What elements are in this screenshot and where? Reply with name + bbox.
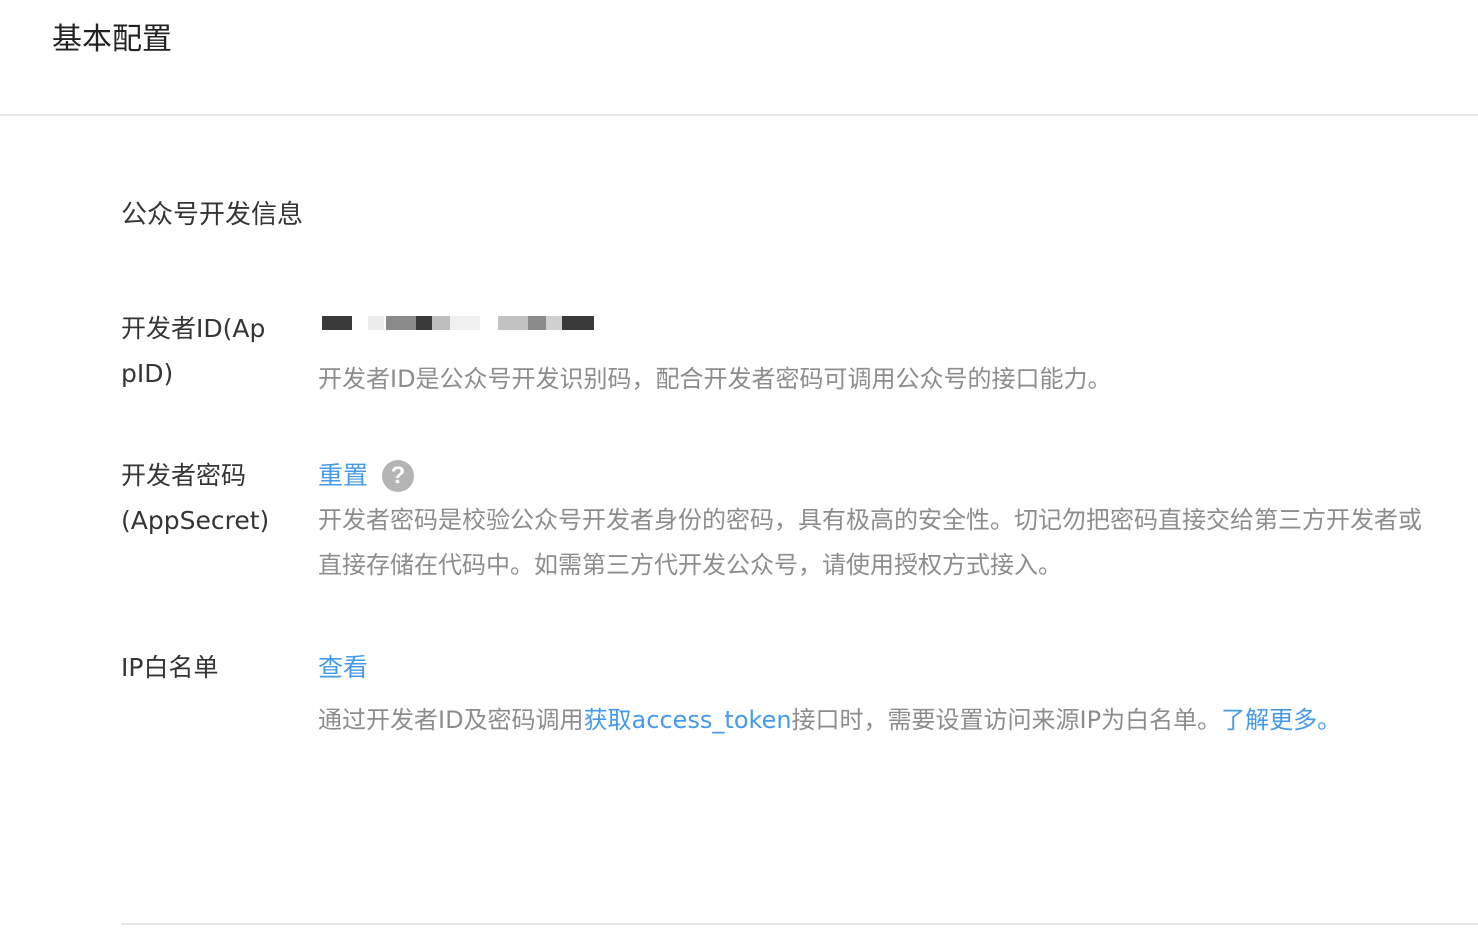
- appsecret-value-area: 重置? 开发者密码是校验公众号开发者身份的密码，具有极高的安全性。切记勿把密码直…: [318, 453, 1443, 588]
- ip-whitelist-description: 通过开发者ID及密码调用获取access_token接口时，需要设置访问来源IP…: [318, 698, 1443, 743]
- learn-more-link[interactable]: 了解更多。: [1221, 706, 1341, 734]
- ip-whitelist-actions: 查看: [318, 645, 1443, 690]
- page-header: 基本配置: [0, 0, 1478, 116]
- mask-block: [562, 316, 594, 330]
- section-title: 公众号开发信息: [121, 200, 304, 230]
- page-title: 基本配置: [52, 22, 172, 57]
- appsecret-label: 开发者密码(AppSecret): [121, 461, 270, 535]
- appid-masked-value: [318, 308, 1443, 353]
- help-question-icon[interactable]: ?: [382, 459, 415, 492]
- mask-block: [432, 316, 450, 330]
- mask-block: [498, 316, 528, 330]
- appid-label: 开发者ID(AppID): [121, 314, 266, 388]
- ip-whitelist-value-area: 查看 通过开发者ID及密码调用获取access_token接口时，需要设置访问来…: [318, 645, 1443, 743]
- ip-desc-text-middle: 接口时，需要设置访问来源IP为白名单。: [791, 706, 1222, 734]
- access-token-link[interactable]: 获取access_token: [584, 706, 792, 734]
- appsecret-actions: 重置?: [318, 453, 1443, 498]
- ip-desc-text-before: 通过开发者ID及密码调用: [318, 706, 584, 734]
- mask-block: [528, 316, 546, 330]
- mask-block: [322, 316, 352, 330]
- mask-block: [450, 316, 480, 330]
- mask-block: [416, 316, 432, 330]
- appid-description: 开发者ID是公众号开发识别码，配合开发者密码可调用公众号的接口能力。: [318, 365, 1112, 393]
- mask-block: [386, 316, 416, 330]
- appsecret-description: 开发者密码是校验公众号开发者身份的密码，具有极高的安全性。切记勿把密码直接交给第…: [318, 506, 1422, 579]
- reset-secret-link[interactable]: 重置: [318, 461, 368, 490]
- view-whitelist-link[interactable]: 查看: [318, 653, 368, 682]
- appid-value-area: 开发者ID是公众号开发识别码，配合开发者密码可调用公众号的接口能力。: [318, 308, 1443, 402]
- ip-whitelist-label: IP白名单: [121, 653, 219, 682]
- bottom-divider: [121, 923, 1478, 925]
- mask-block: [546, 316, 562, 330]
- mask-block: [368, 316, 384, 330]
